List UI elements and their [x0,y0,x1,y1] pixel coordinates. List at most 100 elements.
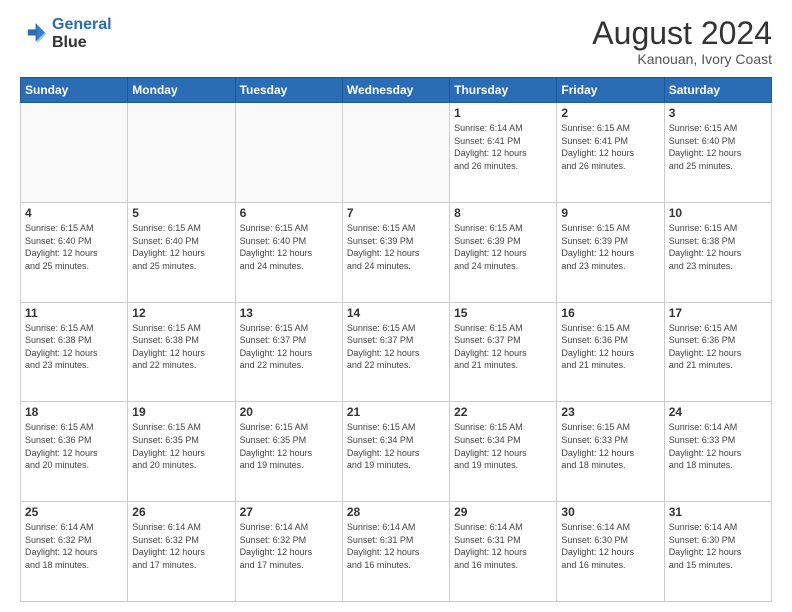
day-number: 26 [132,505,230,519]
day-info: Sunrise: 6:15 AM Sunset: 6:34 PM Dayligh… [454,421,552,471]
day-info: Sunrise: 6:14 AM Sunset: 6:33 PM Dayligh… [669,421,767,471]
calendar-cell: 21 Sunrise: 6:15 AM Sunset: 6:34 PM Dayli… [342,402,449,502]
calendar-cell: 17 Sunrise: 6:15 AM Sunset: 6:36 PM Dayli… [664,302,771,402]
day-info: Sunrise: 6:15 AM Sunset: 6:40 PM Dayligh… [25,222,123,272]
calendar-cell: 28Sunrise: 6:14 AM Sunset: 6:31 PM Dayli… [342,502,449,602]
calendar-cell: 4 Sunrise: 6:15 AM Sunset: 6:40 PM Daylig… [21,202,128,302]
day-info: Sunrise: 6:15 AM Sunset: 6:38 PM Dayligh… [25,322,123,372]
day-info: Sunrise: 6:15 AM Sunset: 6:40 PM Dayligh… [240,222,338,272]
day-number: 3 [669,106,767,120]
calendar-week-3: 11Sunrise: 6:15 AM Sunset: 6:38 PM Dayli… [21,302,772,402]
day-info: Sunrise: 6:15 AM Sunset: 6:36 PM Dayligh… [669,322,767,372]
day-number: 24 [669,405,767,419]
day-number: 10 [669,206,767,220]
calendar-cell: 20 Sunrise: 6:15 AM Sunset: 6:35 PM Dayli… [235,402,342,502]
calendar-header-sunday: Sunday [21,78,128,103]
logo-blue: Blue [52,34,112,52]
day-number: 23 [561,405,659,419]
day-info: Sunrise: 6:15 AM Sunset: 6:39 PM Dayligh… [561,222,659,272]
calendar-cell: 15 Sunrise: 6:15 AM Sunset: 6:37 PM Dayli… [450,302,557,402]
calendar-cell [128,103,235,203]
calendar-cell: 12 Sunrise: 6:15 AM Sunset: 6:38 PM Dayli… [128,302,235,402]
calendar-cell: 3Sunrise: 6:15 AM Sunset: 6:40 PM Daylig… [664,103,771,203]
calendar-header-row: SundayMondayTuesdayWednesdayThursdayFrid… [21,78,772,103]
day-number: 25 [25,505,123,519]
logo: General Blue [20,16,112,51]
calendar-cell: 14 Sunrise: 6:15 AM Sunset: 6:37 PM Dayli… [342,302,449,402]
day-info: Sunrise: 6:14 AM Sunset: 6:30 PM Dayligh… [561,521,659,571]
calendar-cell: 9 Sunrise: 6:15 AM Sunset: 6:39 PM Daylig… [557,202,664,302]
day-info: Sunrise: 6:15 AM Sunset: 6:40 PM Dayligh… [132,222,230,272]
day-number: 20 [240,405,338,419]
day-info: Sunrise: 6:14 AM Sunset: 6:30 PM Dayligh… [669,521,767,571]
logo-text: General Blue [52,16,112,51]
calendar-cell: 18 Sunrise: 6:15 AM Sunset: 6:36 PM Dayli… [21,402,128,502]
calendar-cell: 29 Sunrise: 6:14 AM Sunset: 6:31 PM Dayli… [450,502,557,602]
day-info: Sunrise: 6:15 AM Sunset: 6:41 PM Dayligh… [561,122,659,172]
calendar-cell: 11Sunrise: 6:15 AM Sunset: 6:38 PM Dayli… [21,302,128,402]
calendar-header-saturday: Saturday [664,78,771,103]
calendar-cell: 8Sunrise: 6:15 AM Sunset: 6:39 PM Daylig… [450,202,557,302]
day-number: 14 [347,306,445,320]
calendar-cell: 19 Sunrise: 6:15 AM Sunset: 6:35 PM Dayli… [128,402,235,502]
day-number: 30 [561,505,659,519]
day-info: Sunrise: 6:15 AM Sunset: 6:37 PM Dayligh… [347,322,445,372]
day-info: Sunrise: 6:14 AM Sunset: 6:32 PM Dayligh… [132,521,230,571]
calendar-cell: 25 Sunrise: 6:14 AM Sunset: 6:32 PM Dayli… [21,502,128,602]
day-info: Sunrise: 6:15 AM Sunset: 6:35 PM Dayligh… [240,421,338,471]
day-info: Sunrise: 6:15 AM Sunset: 6:36 PM Dayligh… [561,322,659,372]
day-info: Sunrise: 6:15 AM Sunset: 6:39 PM Dayligh… [454,222,552,272]
calendar-week-2: 4 Sunrise: 6:15 AM Sunset: 6:40 PM Daylig… [21,202,772,302]
calendar-header-wednesday: Wednesday [342,78,449,103]
day-number: 6 [240,206,338,220]
day-info: Sunrise: 6:15 AM Sunset: 6:39 PM Dayligh… [347,222,445,272]
day-info: Sunrise: 6:14 AM Sunset: 6:41 PM Dayligh… [454,122,552,172]
day-info: Sunrise: 6:15 AM Sunset: 6:34 PM Dayligh… [347,421,445,471]
day-number: 21 [347,405,445,419]
day-info: Sunrise: 6:15 AM Sunset: 6:37 PM Dayligh… [454,322,552,372]
title-block: August 2024 Kanouan, Ivory Coast [592,16,772,67]
day-info: Sunrise: 6:15 AM Sunset: 6:38 PM Dayligh… [669,222,767,272]
calendar-cell: 1Sunrise: 6:14 AM Sunset: 6:41 PM Daylig… [450,103,557,203]
day-number: 9 [561,206,659,220]
day-number: 29 [454,505,552,519]
calendar-header-friday: Friday [557,78,664,103]
day-info: Sunrise: 6:14 AM Sunset: 6:31 PM Dayligh… [454,521,552,571]
day-info: Sunrise: 6:15 AM Sunset: 6:37 PM Dayligh… [240,322,338,372]
calendar-header-monday: Monday [128,78,235,103]
logo-general: General [52,16,112,33]
calendar-table: SundayMondayTuesdayWednesdayThursdayFrid… [20,77,772,602]
day-number: 12 [132,306,230,320]
day-number: 13 [240,306,338,320]
day-number: 31 [669,505,767,519]
calendar-cell: 24 Sunrise: 6:14 AM Sunset: 6:33 PM Dayli… [664,402,771,502]
calendar-cell: 5Sunrise: 6:15 AM Sunset: 6:40 PM Daylig… [128,202,235,302]
calendar-cell: 10 Sunrise: 6:15 AM Sunset: 6:38 PM Dayli… [664,202,771,302]
calendar-cell: 7 Sunrise: 6:15 AM Sunset: 6:39 PM Daylig… [342,202,449,302]
day-number: 4 [25,206,123,220]
day-number: 7 [347,206,445,220]
calendar-week-1: 1Sunrise: 6:14 AM Sunset: 6:41 PM Daylig… [21,103,772,203]
calendar-cell: 2Sunrise: 6:15 AM Sunset: 6:41 PM Daylig… [557,103,664,203]
day-number: 22 [454,405,552,419]
calendar-cell: 6 Sunrise: 6:15 AM Sunset: 6:40 PM Daylig… [235,202,342,302]
logo-icon [20,20,48,48]
calendar-cell [342,103,449,203]
calendar-cell: 22 Sunrise: 6:15 AM Sunset: 6:34 PM Dayli… [450,402,557,502]
day-info: Sunrise: 6:14 AM Sunset: 6:31 PM Dayligh… [347,521,445,571]
calendar-cell [235,103,342,203]
calendar-cell: 31 Sunrise: 6:14 AM Sunset: 6:30 PM Dayli… [664,502,771,602]
day-number: 15 [454,306,552,320]
day-info: Sunrise: 6:15 AM Sunset: 6:36 PM Dayligh… [25,421,123,471]
day-number: 17 [669,306,767,320]
day-info: Sunrise: 6:15 AM Sunset: 6:38 PM Dayligh… [132,322,230,372]
day-number: 16 [561,306,659,320]
day-number: 19 [132,405,230,419]
calendar-week-5: 25 Sunrise: 6:14 AM Sunset: 6:32 PM Dayli… [21,502,772,602]
day-info: Sunrise: 6:14 AM Sunset: 6:32 PM Dayligh… [25,521,123,571]
calendar-cell: 30 Sunrise: 6:14 AM Sunset: 6:30 PM Dayli… [557,502,664,602]
day-number: 27 [240,505,338,519]
day-number: 18 [25,405,123,419]
header: General Blue August 2024 Kanouan, Ivory … [20,16,772,67]
day-info: Sunrise: 6:15 AM Sunset: 6:35 PM Dayligh… [132,421,230,471]
